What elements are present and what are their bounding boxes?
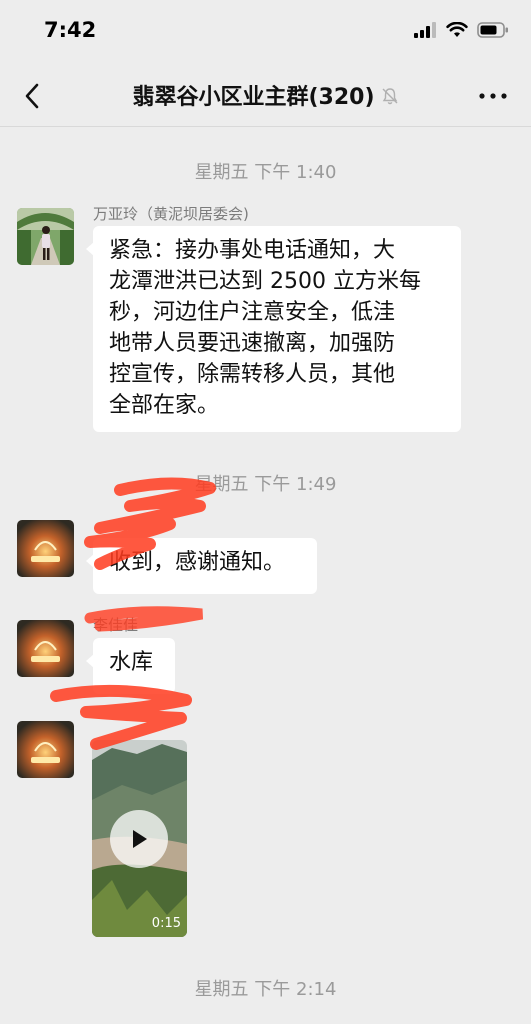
- message-line: 龙潭泄洪已达到 2500 立方米每: [109, 269, 421, 294]
- message-bubble[interactable]: 水库: [86, 638, 175, 694]
- battery-icon: [477, 22, 508, 38]
- message-line: 控宣传，除需转移人员，其他: [109, 362, 396, 387]
- message-bubble[interactable]: 紧急：接办事处电话通知，大 龙潭泄洪已达到 2500 立方米每 秒，河边住户注意…: [86, 226, 461, 432]
- cellular-signal-icon: [414, 22, 436, 38]
- message-timestamp: 星期五 下午 2:14: [194, 979, 337, 1000]
- more-dots-icon: [479, 93, 507, 99]
- chat-title: 翡翠谷小区业主群(320): [132, 85, 375, 110]
- wifi-icon: [446, 22, 468, 37]
- status-bar: 7:42: [0, 0, 531, 64]
- sender-name: 李佳佳: [93, 616, 139, 634]
- message-text: 水库: [109, 650, 154, 675]
- play-icon: [133, 830, 147, 848]
- message-timestamp: 星期五 下午 1:49: [194, 474, 337, 495]
- message-timestamp: 星期五 下午 1:40: [194, 162, 337, 183]
- status-time: 7:42: [44, 18, 97, 42]
- chat-title-wrap: 翡翠谷小区业主群(320): [0, 79, 531, 111]
- message-line: 秒，河边住户注意安全，低洼: [109, 300, 396, 325]
- more-button[interactable]: [473, 78, 513, 114]
- message-bubble[interactable]: 收到，感谢通知。: [86, 538, 317, 594]
- avatar[interactable]: [17, 520, 74, 577]
- video-duration: 0:15: [151, 916, 181, 931]
- avatar[interactable]: [17, 721, 74, 778]
- play-button[interactable]: [110, 810, 168, 868]
- status-icons: [413, 22, 509, 38]
- message-text: 收到，感谢通知。: [109, 550, 286, 575]
- message-line: 全部在家。: [109, 393, 220, 418]
- message-line: 紧急：接办事处电话通知，大: [109, 238, 396, 263]
- bell-muted-icon: [381, 86, 399, 111]
- avatar[interactable]: [17, 208, 74, 265]
- avatar[interactable]: [17, 620, 74, 677]
- chat-header: 翡翠谷小区业主群(320): [0, 64, 531, 127]
- video-message[interactable]: 0:15: [92, 740, 187, 937]
- sender-name: 万亚玲（黄泥坝居委会): [93, 205, 249, 223]
- message-line: 地带人员要迅速撤离，加强防: [109, 331, 396, 356]
